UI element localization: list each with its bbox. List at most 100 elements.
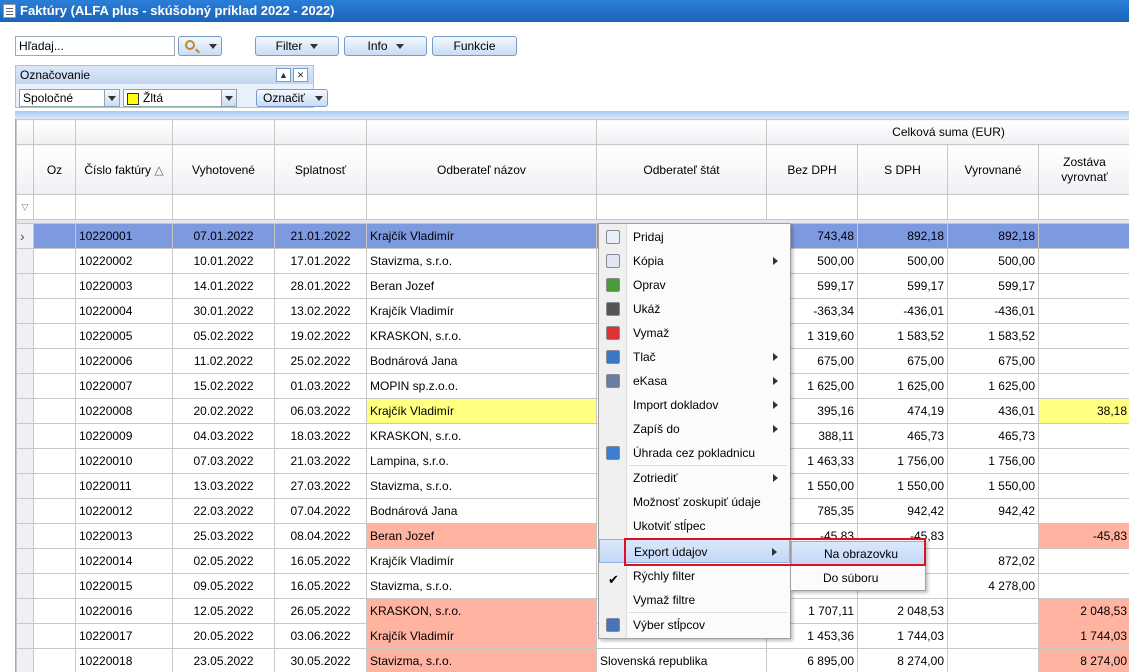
- table-row[interactable]: 10220013 25.03.2022 08.04.2022 Beran Jozef -…: [16, 523, 1129, 549]
- table-row[interactable]: 10220006 11.02.2022 25.02.2022 Bodnárová Ja…: [16, 348, 1129, 374]
- menu-item-1[interactable]: Pridaj: [599, 225, 790, 249]
- menu-item-label: Rýchly filter: [633, 569, 696, 583]
- column-header-invoice-number[interactable]: Číslo faktúry △: [75, 144, 173, 195]
- menu-item-label: Ukotviť stĺpec: [633, 519, 706, 533]
- close-icon[interactable]: ✕: [293, 68, 308, 82]
- cell-vyr: [947, 523, 1039, 549]
- column-header-customer-name[interactable]: Odberateľ názov: [366, 144, 597, 195]
- menu-separator: [629, 612, 787, 613]
- cell-vyr: 599,17: [947, 273, 1039, 299]
- menu-item-8[interactable]: Import dokladov: [599, 393, 790, 417]
- table-row[interactable]: 10220007 15.02.2022 01.03.2022 MOPIN sp.z.o…: [16, 373, 1129, 399]
- row-indicator: [16, 373, 34, 399]
- table-row[interactable]: 10220005 05.02.2022 19.02.2022 KRASKON, s.r…: [16, 323, 1129, 349]
- column-header-gross[interactable]: S DPH: [857, 144, 948, 195]
- cell-no: 10220010: [75, 448, 173, 474]
- cell-oz: [33, 223, 76, 249]
- menu-item-13[interactable]: Ukotviť stĺpec: [599, 514, 790, 538]
- cell-vyr: [947, 623, 1039, 649]
- filter-cell[interactable]: [366, 194, 597, 220]
- menu-item-10[interactable]: Úhrada cez pokladnicu: [599, 441, 790, 465]
- menu-item-2[interactable]: Kópia: [599, 249, 790, 273]
- cell-zost: 8 274,00: [1037, 648, 1129, 672]
- functions-button[interactable]: Funkcie: [432, 36, 517, 56]
- cell-s: 942,42: [857, 498, 948, 524]
- menu-item-12[interactable]: Možnosť zoskupiť údaje: [599, 490, 790, 514]
- cell-spl: 19.02.2022: [274, 323, 367, 349]
- column-header-issued[interactable]: Vyhotovené: [172, 144, 275, 195]
- table-row[interactable]: 10220009 04.03.2022 18.03.2022 KRASKON, s.r…: [16, 423, 1129, 449]
- filter-cell[interactable]: [857, 194, 948, 220]
- row-indicator: [16, 398, 34, 424]
- table-row[interactable]: 10220015 09.05.2022 16.05.2022 Stavizma, s.…: [16, 573, 1129, 599]
- menu-item-4[interactable]: Ukáž: [599, 297, 790, 321]
- menu-item-17[interactable]: Výber stĺpcov: [599, 613, 790, 637]
- splitter[interactable]: [15, 111, 1129, 119]
- mark-button[interactable]: Označiť: [256, 89, 328, 107]
- table-row[interactable]: 10220002 10.01.2022 17.01.2022 Stavizma, s.…: [16, 248, 1129, 274]
- filter-cell[interactable]: [596, 194, 767, 220]
- chevron-right-icon: [773, 425, 778, 433]
- table-row[interactable]: 10220012 22.03.2022 07.04.2022 Bodnárová Ja…: [16, 498, 1129, 524]
- filter-cell[interactable]: [766, 194, 858, 220]
- filter-button[interactable]: Filter: [255, 36, 339, 56]
- search-input[interactable]: Hľadaj...: [15, 36, 175, 56]
- filter-cell[interactable]: [33, 194, 76, 220]
- table-row[interactable]: 10220014 02.05.2022 16.05.2022 Krajčík Vlad…: [16, 548, 1129, 574]
- table-row[interactable]: 10220017 20.05.2022 03.06.2022 Krajčík Vlad…: [16, 623, 1129, 649]
- column-header-customer-state[interactable]: Odberateľ štát: [596, 144, 767, 195]
- table-row[interactable]: 10220011 13.03.2022 27.03.2022 Stavizma, s.…: [16, 473, 1129, 499]
- cash-register-icon: [606, 374, 620, 388]
- cell-no: 10220003: [75, 273, 173, 299]
- column-header-paid[interactable]: Vyrovnané: [947, 144, 1039, 195]
- cell-zost: [1037, 223, 1129, 249]
- filter-cell[interactable]: [172, 194, 275, 220]
- cell-name: Krajčík Vladimír: [366, 623, 597, 649]
- column-header-due[interactable]: Splatnosť: [274, 144, 367, 195]
- search-button[interactable]: [178, 36, 222, 56]
- filter-cell[interactable]: [947, 194, 1039, 220]
- menu-item-16[interactable]: Vymaž filtre: [599, 588, 790, 612]
- menu-item-9[interactable]: Zapíš do: [599, 417, 790, 441]
- cell-no: 10220007: [75, 373, 173, 399]
- table-row[interactable]: 10220004 30.01.2022 13.02.2022 Krajčík Vlad…: [16, 298, 1129, 324]
- table-row[interactable]: 10220018 23.05.2022 30.05.2022 Stavizma, s.…: [16, 648, 1129, 672]
- menu-item-6[interactable]: Tlač: [599, 345, 790, 369]
- cell-oz: [33, 323, 76, 349]
- cell-no: 10220005: [75, 323, 173, 349]
- cell-vyh: 05.02.2022: [172, 323, 275, 349]
- cell-spl: 16.05.2022: [274, 573, 367, 599]
- cell-name: Krajčík Vladimír: [366, 223, 597, 249]
- header-spacer: [16, 119, 34, 145]
- marking-panel: Označovanie ▲ ✕ Spoločné Žltá Označiť: [15, 65, 328, 108]
- table-row[interactable]: 10220016 12.05.2022 26.05.2022 KRASKON, s.r…: [16, 598, 1129, 624]
- menu-item-7[interactable]: eKasa: [599, 369, 790, 393]
- collapse-up-icon[interactable]: ▲: [276, 68, 291, 82]
- menu-item-do-suboru[interactable]: Do súboru: [791, 566, 925, 590]
- filter-cell[interactable]: [75, 194, 173, 220]
- table-row[interactable]: 10220003 14.01.2022 28.01.2022 Beran Jozef 5…: [16, 273, 1129, 299]
- filter-funnel-icon[interactable]: ▽: [16, 194, 34, 220]
- cell-vyr: [947, 648, 1039, 672]
- column-header-oz[interactable]: Oz: [33, 144, 76, 195]
- cell-name: KRASKON, s.r.o.: [366, 323, 597, 349]
- filter-cell[interactable]: [274, 194, 367, 220]
- cell-s: 465,73: [857, 423, 948, 449]
- menu-item-11[interactable]: Zotriediť: [599, 466, 790, 490]
- info-button[interactable]: Info: [344, 36, 427, 56]
- column-header-remaining[interactable]: Zostáva vyrovnať: [1037, 144, 1129, 195]
- cell-vyh: 23.05.2022: [172, 648, 275, 672]
- cell-name: Krajčík Vladimír: [366, 398, 597, 424]
- menu-item-3[interactable]: Oprav: [599, 273, 790, 297]
- cell-vyh: 07.01.2022: [172, 223, 275, 249]
- column-header-net[interactable]: Bez DPH: [766, 144, 858, 195]
- table-row[interactable]: 10220010 07.03.2022 21.03.2022 Lampina, s.r…: [16, 448, 1129, 474]
- marking-scope-select[interactable]: Spoločné: [19, 89, 120, 107]
- menu-item-15[interactable]: ✔ Rýchly filter: [599, 564, 790, 588]
- table-row[interactable]: 10220008 20.02.2022 06.03.2022 Krajčík Vlad…: [16, 398, 1129, 424]
- table-row[interactable]: › 10220001 07.01.2022 21.01.2022 Krajčík Vla…: [16, 223, 1129, 249]
- filter-cell[interactable]: [1037, 194, 1129, 220]
- chevron-down-icon: [221, 90, 236, 106]
- marking-color-select[interactable]: Žltá: [123, 89, 237, 107]
- menu-item-5[interactable]: Vymaž: [599, 321, 790, 345]
